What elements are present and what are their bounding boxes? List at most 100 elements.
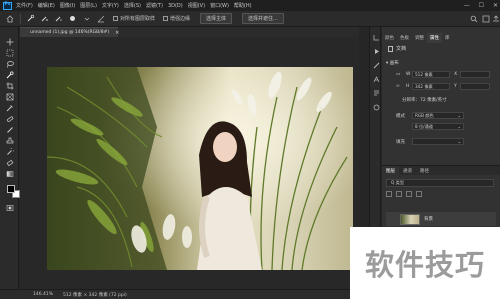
marquee-tool-icon[interactable] <box>5 48 14 57</box>
layers-panel-tabs: 图层 通道 路径 <box>382 165 500 175</box>
move-tool-icon[interactable] <box>5 37 14 46</box>
width-field[interactable]: 512 像素 <box>412 71 450 78</box>
canvas-section-label: 画布 <box>389 61 399 66</box>
chevron-down-icon[interactable] <box>82 14 91 23</box>
auto-enhance-checkbox[interactable]: 增强边缘 <box>163 15 190 22</box>
quick-select-brush-icon[interactable] <box>26 14 35 23</box>
tab-channels[interactable]: 通道 <box>399 166 416 175</box>
close-tab-icon[interactable]: × <box>115 30 119 36</box>
menu-help[interactable]: 帮助(H) <box>234 2 252 9</box>
brush-settings-icon[interactable] <box>372 61 380 69</box>
document-icon <box>388 45 393 52</box>
subtract-from-selection-icon[interactable] <box>54 14 63 23</box>
menu-layer[interactable]: 图层(L) <box>80 2 97 9</box>
workspace-icon[interactable] <box>481 14 490 23</box>
document-tab-bar: unnamed (1).jpg @ 146%(RGB/8#) × <box>20 27 359 37</box>
quick-mask-icon[interactable] <box>5 203 14 212</box>
history-icon[interactable] <box>372 33 380 41</box>
filter-pixel-icon[interactable] <box>386 191 392 197</box>
photoshop-logo: Ps <box>3 1 12 10</box>
checkbox-box <box>163 16 169 21</box>
y-label: Y <box>454 84 457 89</box>
checkbox-box <box>113 16 118 21</box>
layer-filter-select[interactable]: Q 类型 <box>386 179 494 187</box>
maximize-button[interactable]: ☐ <box>479 2 484 9</box>
tab-layers[interactable]: 图层 <box>382 166 399 175</box>
glyphs-icon[interactable] <box>372 103 380 111</box>
brush-tool-icon[interactable] <box>5 125 14 134</box>
quick-select-tool-icon[interactable] <box>5 70 14 79</box>
menu-view[interactable]: 视图(V) <box>188 2 205 9</box>
menu-window[interactable]: 窗口(W) <box>210 2 229 9</box>
brush-size-icon[interactable] <box>68 14 77 23</box>
minimize-button[interactable]: — <box>464 2 470 9</box>
layer-name: 背景 <box>424 217 433 222</box>
status-bar: 146.41% 512 像素 × 342 像素 (72 ppi) <box>0 289 360 299</box>
stamp-tool-icon[interactable] <box>5 136 14 145</box>
add-to-selection-icon[interactable] <box>40 14 49 23</box>
menu-3d[interactable]: 3D(D) <box>168 3 183 9</box>
select-subject-button[interactable]: 选择主体 <box>200 13 233 24</box>
chevron-down-icon: ▾ <box>386 61 389 66</box>
play-icon[interactable] <box>372 47 380 55</box>
history-brush-tool-icon[interactable] <box>5 147 14 156</box>
search-icon[interactable] <box>469 14 478 23</box>
zoom-level[interactable]: 146.41% <box>33 292 53 297</box>
divider <box>20 13 21 24</box>
chevron-down-icon: ⌄ <box>457 124 461 129</box>
share-icon[interactable] <box>491 14 500 23</box>
width-label: W <box>406 72 411 77</box>
paragraph-icon[interactable] <box>372 89 380 97</box>
layer-row[interactable]: 背景 <box>386 212 496 226</box>
menu-type[interactable]: 文字(Y) <box>102 2 119 9</box>
tab-paths[interactable]: 路径 <box>416 166 433 175</box>
layer-filter-icons <box>386 190 494 198</box>
document-info[interactable]: 512 像素 × 342 像素 (72 ppi) <box>63 292 127 298</box>
frame-tool-icon[interactable] <box>5 92 14 101</box>
filter-type-icon[interactable] <box>406 191 412 197</box>
gradient-tool-icon[interactable] <box>5 169 14 178</box>
menu-select[interactable]: 选择(S) <box>124 2 141 9</box>
canvas-image[interactable] <box>47 67 353 270</box>
canvas-icon: ▭ <box>396 72 401 77</box>
angle-icon[interactable] <box>96 14 105 23</box>
resolution-text: 分辨率：72 像素/英寸 <box>402 98 447 103</box>
auto-enhance-label: 增强边缘 <box>170 16 191 22</box>
height-label: H <box>406 84 410 89</box>
panel-tabs: 颜色 色板 调整 属性 库 <box>382 33 500 43</box>
lasso-tool-icon[interactable] <box>5 59 14 68</box>
eyedropper-tool-icon[interactable] <box>5 103 14 112</box>
tab-color[interactable]: 颜色 <box>382 33 397 43</box>
select-and-mask-button[interactable]: 选择并遮住... <box>242 13 284 24</box>
crop-tool-icon[interactable] <box>5 81 14 90</box>
photoshop-window: Ps 文件(F) 编辑(E) 图像(I) 图层(L) 文字(Y) 选择(S) 滤… <box>0 0 500 299</box>
tab-libraries[interactable]: 库 <box>442 33 453 43</box>
menu-file[interactable]: 文件(F) <box>16 2 33 9</box>
menu-filter[interactable]: 滤镜(T) <box>146 2 163 9</box>
tab-swatches[interactable]: 色板 <box>397 33 412 43</box>
link-icon[interactable]: ∞ <box>396 84 400 89</box>
tab-adjustments[interactable]: 调整 <box>412 33 427 43</box>
document-tab[interactable]: unnamed (1).jpg @ 146%(RGB/8#) × <box>20 27 119 37</box>
healing-brush-tool-icon[interactable] <box>5 114 14 123</box>
character-icon[interactable] <box>372 75 380 83</box>
close-button[interactable]: ✕ <box>493 2 498 9</box>
tab-properties[interactable]: 属性 <box>427 33 442 43</box>
mode-label: 模式 <box>396 114 405 119</box>
height-field[interactable]: 342 像素 <box>412 83 450 90</box>
home-icon[interactable] <box>5 14 14 23</box>
menu-edit[interactable]: 编辑(E) <box>38 2 55 9</box>
filter-adjustment-icon[interactable] <box>396 191 402 197</box>
x-field[interactable] <box>460 71 490 78</box>
sample-all-layers-checkbox[interactable]: 对所有图层取样 <box>113 15 155 22</box>
watermark: 软件技巧 <box>350 227 500 299</box>
bit-depth-select[interactable]: 8 位/通道 ⌄ <box>412 123 464 130</box>
fill-select[interactable]: ⌄ <box>412 138 464 145</box>
y-field[interactable] <box>460 83 490 90</box>
filter-shape-icon[interactable] <box>416 191 422 197</box>
mode-select[interactable]: RGB 颜色 ⌄ <box>412 112 464 119</box>
canvas-section-header[interactable]: ▾ 画布 <box>386 60 399 66</box>
foreground-color-swatch[interactable] <box>7 185 15 193</box>
menu-image[interactable]: 图像(I) <box>60 2 75 9</box>
eraser-tool-icon[interactable] <box>5 158 14 167</box>
